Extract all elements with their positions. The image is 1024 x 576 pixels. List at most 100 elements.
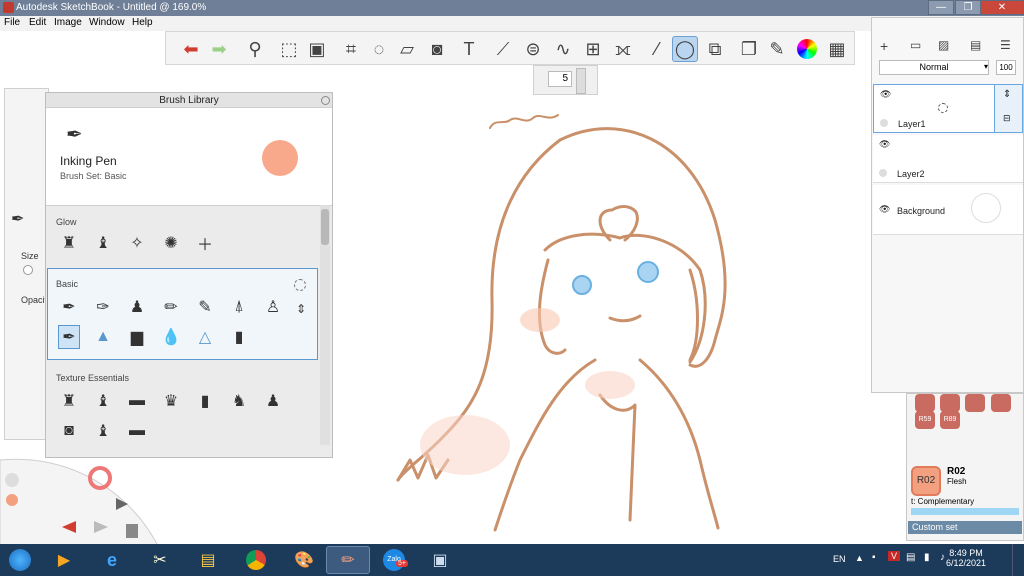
basic-brush-icon[interactable]: △ xyxy=(194,325,216,349)
chrome-icon[interactable] xyxy=(234,546,278,574)
custom-set-label[interactable]: Custom set xyxy=(908,521,1022,534)
add-image-icon[interactable]: ▨ xyxy=(938,38,949,52)
eye-icon[interactable]: 👁 xyxy=(879,139,890,150)
reorder-icon[interactable]: ⇕ xyxy=(290,297,312,321)
tray-antivirus-icon[interactable]: V xyxy=(888,551,901,561)
sketchbook-icon[interactable]: ✏ xyxy=(326,546,370,574)
color-wheel-icon[interactable] xyxy=(794,36,820,62)
inking-pen-brush-icon[interactable]: ✒ xyxy=(58,325,80,349)
symmetry-icon[interactable]: ⟗ xyxy=(610,36,636,62)
color-swatch[interactable] xyxy=(965,394,985,412)
brush-library-scrollbar[interactable] xyxy=(320,205,330,445)
color-swatch[interactable]: R59 xyxy=(915,411,935,429)
color-swatch[interactable]: R89 xyxy=(940,411,960,429)
show-desktop-button[interactable] xyxy=(1012,544,1024,576)
glow-brush-icon[interactable]: ✺ xyxy=(160,231,182,255)
crop-icon[interactable]: ⌗ xyxy=(338,36,364,62)
texture-brush-icon[interactable]: ▬ xyxy=(126,389,148,413)
redo-icon[interactable]: ➡ xyxy=(206,36,232,62)
tray-app-icon[interactable]: ▤ xyxy=(906,552,915,563)
basic-brush-icon[interactable]: 💧 xyxy=(160,325,182,349)
selected-color-chip[interactable]: R02 xyxy=(911,466,941,496)
tray-app-icon[interactable]: ▪ xyxy=(872,552,876,563)
color-swatch[interactable] xyxy=(991,394,1011,412)
layer-opacity-field[interactable]: 100 xyxy=(996,60,1016,75)
current-color-swatch[interactable] xyxy=(262,140,298,176)
basic-brush-icon[interactable]: ▮ xyxy=(228,325,250,349)
add-layer-icon[interactable]: + xyxy=(880,38,888,54)
texture-brush-icon[interactable]: ▮ xyxy=(194,389,216,413)
fill-icon[interactable]: ◙ xyxy=(424,36,450,62)
basic-brush-icon[interactable]: ✎ xyxy=(194,295,216,319)
layer-options-column[interactable]: ⇕ ⊟ xyxy=(994,85,1022,132)
texture-brush-icon[interactable]: ♜ xyxy=(58,389,80,413)
color-swatch[interactable] xyxy=(940,394,960,412)
glow-brush-icon[interactable]: ♝ xyxy=(92,231,114,255)
perspective-grid-icon[interactable]: ⊞ xyxy=(580,36,606,62)
lock-icon[interactable] xyxy=(879,169,887,177)
lock-icon[interactable]: ⊟ xyxy=(1003,113,1011,124)
basic-brush-icon[interactable]: ✒ xyxy=(58,295,80,319)
perspective-icon[interactable]: ▱ xyxy=(394,36,420,62)
panels-icon[interactable]: ▦ xyxy=(824,36,850,62)
glow-brush-icon[interactable]: ♜ xyxy=(58,231,80,255)
background-color-swatch[interactable] xyxy=(971,193,1001,223)
basic-brush-icon[interactable]: ⍋ xyxy=(228,295,250,319)
stroke-icon[interactable]: ⁄ xyxy=(644,36,670,62)
texture-brush-icon[interactable]: ♛ xyxy=(160,389,182,413)
french-curve-icon[interactable]: ∿ xyxy=(550,36,576,62)
basic-brush-icon[interactable]: ♙ xyxy=(262,295,284,319)
glow-brush-icon[interactable]: ✧ xyxy=(126,231,148,255)
photo-viewer-icon[interactable]: ▣ xyxy=(418,546,462,574)
eye-icon[interactable]: 👁 xyxy=(879,204,890,215)
network-icon[interactable]: ▮ xyxy=(924,552,930,563)
media-player-icon[interactable]: ▶ xyxy=(42,546,86,574)
layer-menu-icon[interactable]: ☰ xyxy=(1000,38,1011,52)
undo-icon[interactable]: ⬅ xyxy=(178,36,204,62)
layer-row[interactable]: 👁 Layer2 xyxy=(873,135,1023,183)
shape-icon[interactable]: ⧉ xyxy=(702,36,728,62)
scrollbar-thumb[interactable] xyxy=(321,209,329,245)
zoom-icon[interactable]: ⚲ xyxy=(242,36,268,62)
transform-select-icon[interactable]: ▣ xyxy=(304,36,330,62)
basic-brush-icon[interactable]: ✑ xyxy=(92,295,114,319)
paint-icon[interactable]: 🎨 xyxy=(282,546,326,574)
layer-row[interactable]: 👁 Layer1 ⇕ ⊟ xyxy=(873,84,1023,133)
selection-icon[interactable]: ⬚ xyxy=(276,36,302,62)
size-slider-handle[interactable] xyxy=(23,265,33,275)
text-icon[interactable]: T xyxy=(456,36,482,62)
basic-brush-icon[interactable]: ▲ xyxy=(92,325,114,349)
zalo-icon[interactable]: Zalo 5+ xyxy=(372,546,416,574)
texture-brush-icon[interactable]: ♝ xyxy=(92,389,114,413)
lasso-icon[interactable]: ◌ xyxy=(366,36,392,62)
ellipse-icon[interactable]: ◯ xyxy=(672,36,698,62)
brush-palette-icon[interactable]: ✎ xyxy=(764,36,790,62)
add-group-icon[interactable]: ▭ xyxy=(910,38,921,52)
glow-brush-icon[interactable]: ＋ xyxy=(194,231,216,255)
system-clock[interactable]: 8:49 PM 6/12/2021 xyxy=(946,548,986,568)
basic-brush-icon[interactable]: ♟ xyxy=(126,295,148,319)
volume-icon[interactable]: ♪ xyxy=(940,552,945,563)
lock-icon[interactable] xyxy=(880,119,888,127)
texture-brush-icon[interactable]: ♟ xyxy=(262,389,284,413)
blend-mode-select[interactable]: Normal xyxy=(879,60,989,75)
eye-icon[interactable]: 👁 xyxy=(880,89,891,100)
language-indicator[interactable]: EN xyxy=(833,554,846,564)
texture-brush-icon[interactable]: ♞ xyxy=(228,389,250,413)
merge-layer-icon[interactable]: ▤ xyxy=(970,38,981,52)
basic-brush-icon[interactable]: ✏ xyxy=(160,295,182,319)
brush-size-slider[interactable] xyxy=(576,68,586,94)
color-swatch[interactable] xyxy=(915,394,935,412)
layer-row[interactable]: 👁 Background xyxy=(873,185,1023,235)
brush-size-value[interactable]: 5 xyxy=(548,71,572,87)
ruler-icon[interactable]: ⟋ xyxy=(490,36,516,62)
complementary-color-bar[interactable] xyxy=(911,508,1019,515)
ellipse-guide-icon[interactable]: ⊜ xyxy=(520,36,546,62)
copy-paste-icon[interactable]: ❐ xyxy=(736,36,762,62)
close-panel-icon[interactable] xyxy=(321,96,330,105)
reorder-icon[interactable]: ⇕ xyxy=(1003,89,1011,100)
start-button[interactable] xyxy=(2,546,38,574)
internet-explorer-icon[interactable]: e xyxy=(90,546,134,574)
snipping-tool-icon[interactable]: ✂ xyxy=(138,546,182,574)
basic-brush-icon[interactable]: ▆ xyxy=(126,325,148,349)
